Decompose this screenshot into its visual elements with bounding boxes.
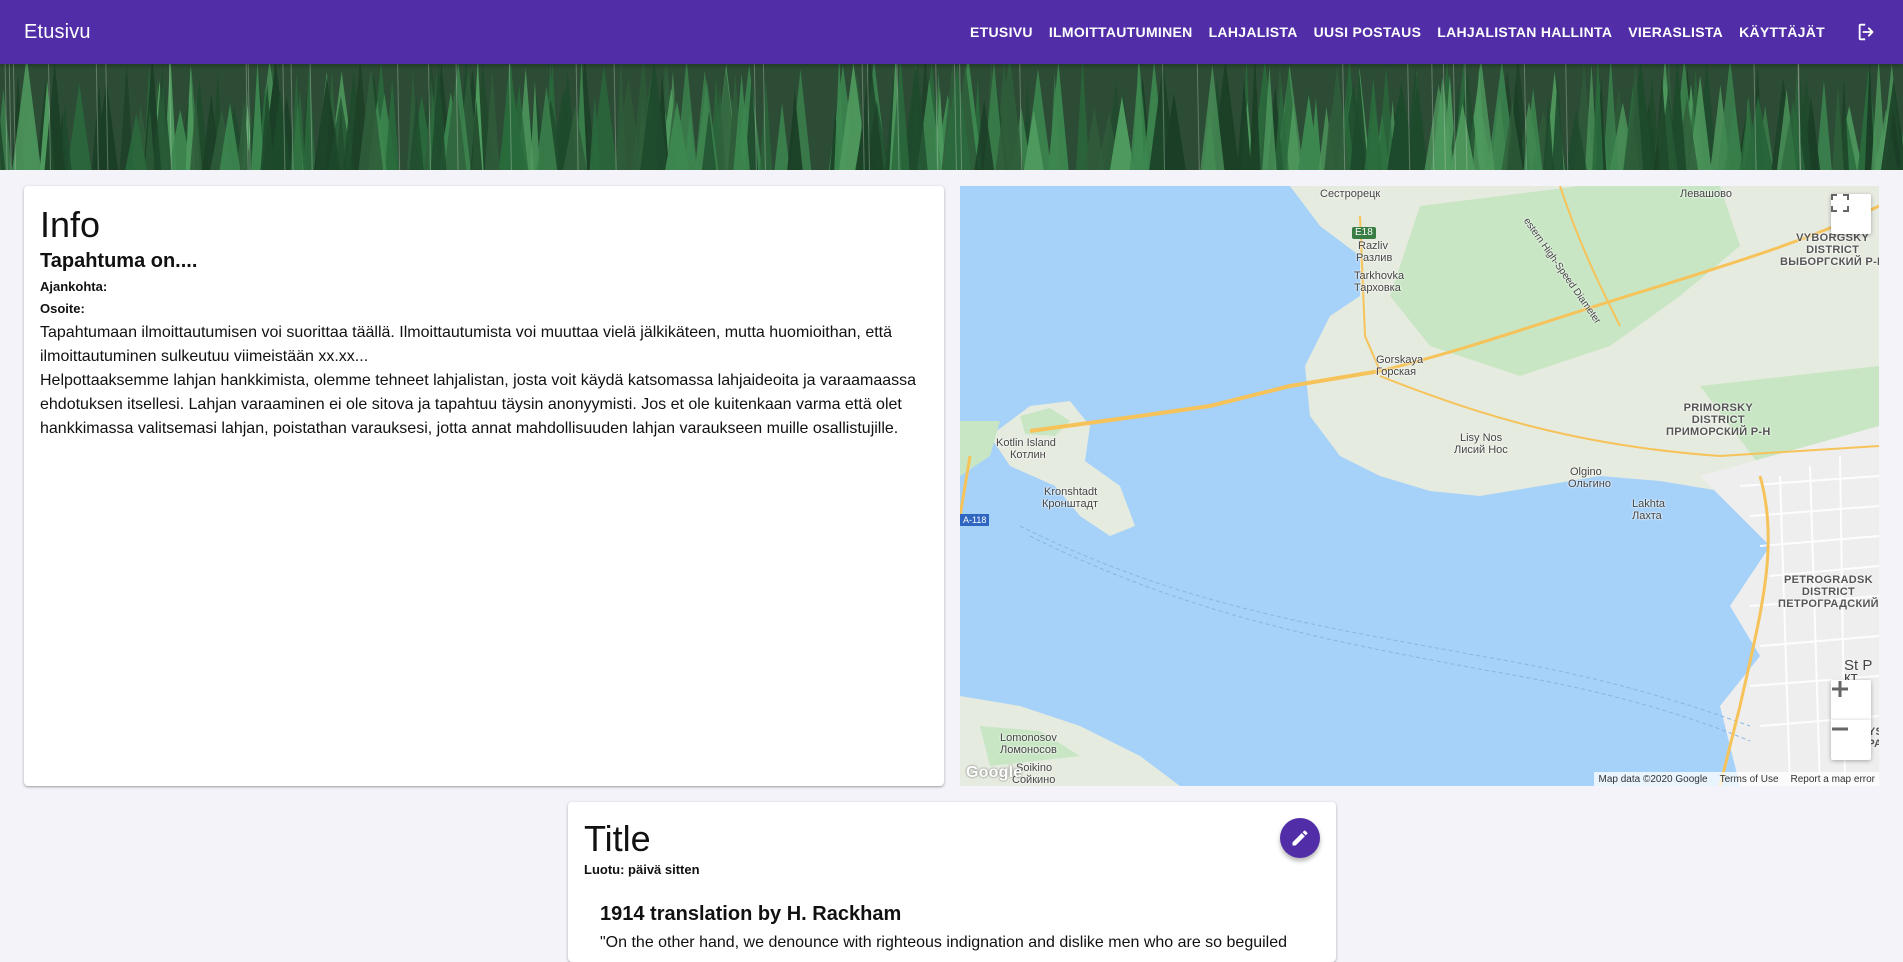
- post-title: Title: [584, 818, 651, 859]
- post-created: Luotu: päivä sitten: [584, 862, 700, 877]
- google-logo[interactable]: Google: [966, 764, 1022, 782]
- post-body: "On the other hand, we denounce with rig…: [600, 934, 1288, 951]
- map-label-gorskaya-ru: Горская: [1376, 366, 1417, 378]
- report-map-error-link[interactable]: Report a map error: [1791, 774, 1875, 785]
- map-canvas: [960, 186, 1879, 786]
- app-bar: Etusivu ETUSIVU ILMOITTAUTUMINEN LAHJALI…: [0, 0, 1903, 64]
- pencil-icon: [1292, 830, 1308, 846]
- info-address-label: Osoite:: [40, 301, 85, 316]
- map-data-credit: Map data ©2020 Google: [1598, 773, 1708, 785]
- nav-etusivu[interactable]: ETUSIVU: [970, 24, 1033, 40]
- map-label-razliv-en: Razliv: [1358, 240, 1388, 252]
- map-label-petrogradsky: PETROGRADSK DISTRICT ПЕТРОГРАДСКИЙ: [1778, 574, 1879, 610]
- nav-lahjalistan-hallinta[interactable]: LAHJALISTAN HALLINTA: [1437, 24, 1612, 40]
- info-subtitle: Tapahtuma on....: [40, 250, 198, 272]
- map-label-olgino-en: Olgino: [1570, 466, 1602, 478]
- map-label-primorsky: PRIMORSKY DISTRICT ПРИМОРСКИЙ Р-Н: [1666, 402, 1771, 438]
- main-nav: ETUSIVU ILMOITTAUTUMINEN LAHJALISTA UUSI…: [970, 0, 1879, 64]
- map-label-lomonosov-en: Lomonosov: [1000, 732, 1057, 744]
- map-label-e18: E18: [1352, 227, 1376, 239]
- map-label-lakhta-ru: Лахта: [1632, 510, 1662, 522]
- plus-icon[interactable]: [1831, 680, 1871, 720]
- terms-of-use-link[interactable]: Terms of Use: [1720, 774, 1779, 785]
- info-paragraph-giftlist: Helpottaaksemme lahjan hankkimista, olem…: [40, 372, 917, 437]
- map-label-kotlin-en: Kotlin Island: [996, 437, 1056, 449]
- post-heading: 1914 translation by H. Rackham: [600, 903, 902, 925]
- map-label-tarkhovka-ru: Тарховка: [1354, 282, 1401, 294]
- info-title: Info: [40, 204, 101, 245]
- map-label-lisy-en: Lisy Nos: [1460, 432, 1503, 444]
- nav-vieraslista[interactable]: VIERASLISTA: [1628, 24, 1723, 40]
- post-card: Title Luotu: päivä sitten 1914 translati…: [568, 802, 1336, 962]
- info-card: Info Tapahtuma on.... Ajankohta: Osoite:…: [24, 186, 944, 786]
- map-label-lisy-ru: Лисий Нос: [1454, 444, 1508, 456]
- map-label-levashovo: Левашово: [1680, 188, 1732, 200]
- map-label-kronshtadt-ru: Кронштадт: [1042, 498, 1099, 510]
- info-time-label: Ajankohta:: [40, 279, 108, 294]
- logout-icon[interactable]: [1855, 20, 1879, 44]
- map-footer: Map data ©2020 Google Terms of Use Repor…: [1594, 772, 1879, 786]
- map-label-olgino-ru: Ольгино: [1568, 478, 1611, 490]
- nav-ilmoittautuminen[interactable]: ILMOITTAUTUMINEN: [1049, 24, 1193, 40]
- google-map[interactable]: Сестрорецк Левашово E18 Razliv Разлив Ta…: [960, 186, 1879, 786]
- nav-lahjalista[interactable]: LAHJALISTA: [1209, 24, 1298, 40]
- info-paragraph-registration: Tapahtumaan ilmoittautumisen voi suoritt…: [40, 324, 892, 365]
- fullscreen-icon[interactable]: [1831, 194, 1871, 234]
- map-label-tarkhovka-en: Tarkhovka: [1354, 270, 1405, 282]
- nav-uusi-postaus[interactable]: UUSI POSTAUS: [1314, 24, 1422, 40]
- map-label-kronshtadt-en: Kronshtadt: [1044, 486, 1098, 498]
- edit-post-button[interactable]: [1280, 818, 1320, 858]
- map-label-lomonosov-ru: Ломоносов: [1000, 744, 1057, 756]
- map-label-sestroretsk: Сестрорецк: [1320, 188, 1381, 200]
- map-label-lakhta-en: Lakhta: [1632, 498, 1666, 510]
- map-label-kotlin-ru: Котлин: [1010, 449, 1046, 461]
- minus-icon[interactable]: [1831, 720, 1871, 760]
- map-label-vyborgsky: VYBORGSKY DISTRICT ВЫБОРГСКИЙ Р-Н: [1780, 232, 1879, 268]
- map-label-razliv-ru: Разлив: [1356, 252, 1393, 264]
- brand-title[interactable]: Etusivu: [24, 21, 91, 44]
- forest-banner: [0, 64, 1903, 170]
- map-label-gorskaya-en: Gorskaya: [1376, 354, 1424, 366]
- map-label-a118: A-118: [960, 514, 990, 526]
- nav-kayttajat[interactable]: KÄYTTÄJÄT: [1739, 24, 1825, 40]
